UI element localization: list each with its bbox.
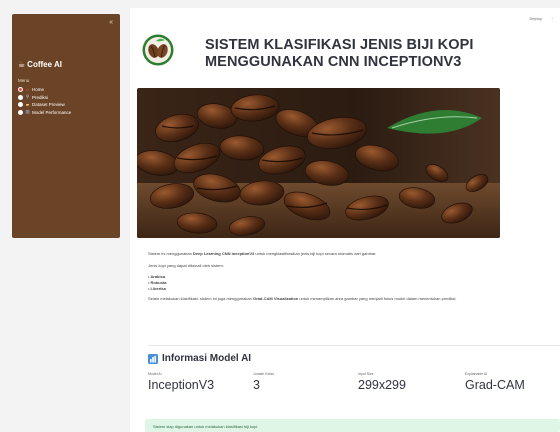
app-window: « ☕ Coffee AI Menu ⌂ Home ⚲ Prediksi ▰ D… [0, 0, 560, 432]
top-toolbar: Deploy ⋮ [530, 16, 554, 21]
collapse-sidebar-icon[interactable]: « [109, 19, 113, 26]
metric-label: Model AI [148, 372, 162, 376]
coffee-beans-hero-image [137, 88, 500, 238]
sidebar-item-prediksi[interactable]: ⚲ Prediksi [18, 94, 71, 102]
types-intro: Jenis kopi yang dapat dikenali oleh sist… [148, 262, 224, 268]
metric-value: 3 [253, 378, 260, 392]
coffee-types-list: • Arabica • Robusta • Liberika [148, 274, 558, 292]
coffee-icon: ☕ [18, 60, 26, 69]
sidebar-item-home[interactable]: ⌂ Home [18, 86, 71, 94]
sidebar-menu-label: Menu [18, 78, 30, 83]
gradcam-paragraph: Selain melakukan klasifikasi, sistem ini… [148, 296, 457, 301]
sidebar-item-dataset-preview[interactable]: ▰ Dataset Preview [18, 101, 71, 109]
metric-input-size: Input Size 299x299 [358, 372, 406, 392]
magnifier-icon: ⚲ [25, 94, 30, 100]
sidebar-nav: ⌂ Home ⚲ Prediksi ▰ Dataset Preview ▥ Mo… [18, 86, 71, 116]
deploy-button[interactable]: Deploy [530, 16, 542, 21]
page-title: SISTEM KLASIFIKASI JENIS BIJI KOPI MENGG… [205, 37, 474, 70]
main-menu-icon[interactable]: ⋮ [550, 16, 554, 21]
chart-icon: ▥ [25, 109, 30, 115]
model-info-heading: Informasi Model AI [148, 353, 251, 364]
metric-explainable-ai: Explainable AI Grad-CAM [465, 372, 525, 392]
sidebar-item-model-performance[interactable]: ▥ Model Performance [18, 109, 71, 117]
divider [148, 345, 560, 346]
folder-icon: ▰ [25, 101, 30, 107]
metric-value: InceptionV3 [148, 378, 215, 392]
metric-jumlah-kelas: Jumlah Kelas 3 [253, 372, 274, 392]
radio-unselected-icon[interactable] [18, 102, 23, 108]
metric-label: Input Size [358, 372, 374, 376]
description-section: Sistem ini menggunakan Deep Learning CNN… [148, 251, 558, 308]
radio-selected-icon[interactable] [18, 87, 23, 93]
intro-paragraph: Sistem ini menggunakan Deep Learning CNN… [148, 251, 377, 256]
main-content: Deploy ⋮ SISTEM KLASIFIKASI JENIS BIJI K… [130, 8, 560, 432]
success-message: Sistem siap digunakan untuk melakukan kl… [153, 423, 259, 429]
metric-label: Explainable AI [465, 372, 488, 376]
coffee-bean-logo [142, 34, 174, 66]
metric-label: Jumlah Kelas [253, 372, 275, 376]
bar-chart-icon [148, 353, 158, 364]
sidebar: « ☕ Coffee AI Menu ⌂ Home ⚲ Prediksi ▰ D… [12, 14, 120, 238]
metric-value: 299x299 [358, 378, 406, 392]
sidebar-app-title: ☕ Coffee AI [18, 60, 62, 69]
metric-value: Grad-CAM [465, 378, 525, 392]
success-alert: Sistem siap digunakan untuk melakukan kl… [145, 419, 560, 432]
list-item: • Liberika [148, 286, 166, 291]
metric-model-ai: Model AI InceptionV3 [148, 372, 214, 392]
radio-unselected-icon[interactable] [18, 109, 23, 115]
radio-unselected-icon[interactable] [18, 94, 23, 100]
house-icon: ⌂ [26, 87, 29, 93]
